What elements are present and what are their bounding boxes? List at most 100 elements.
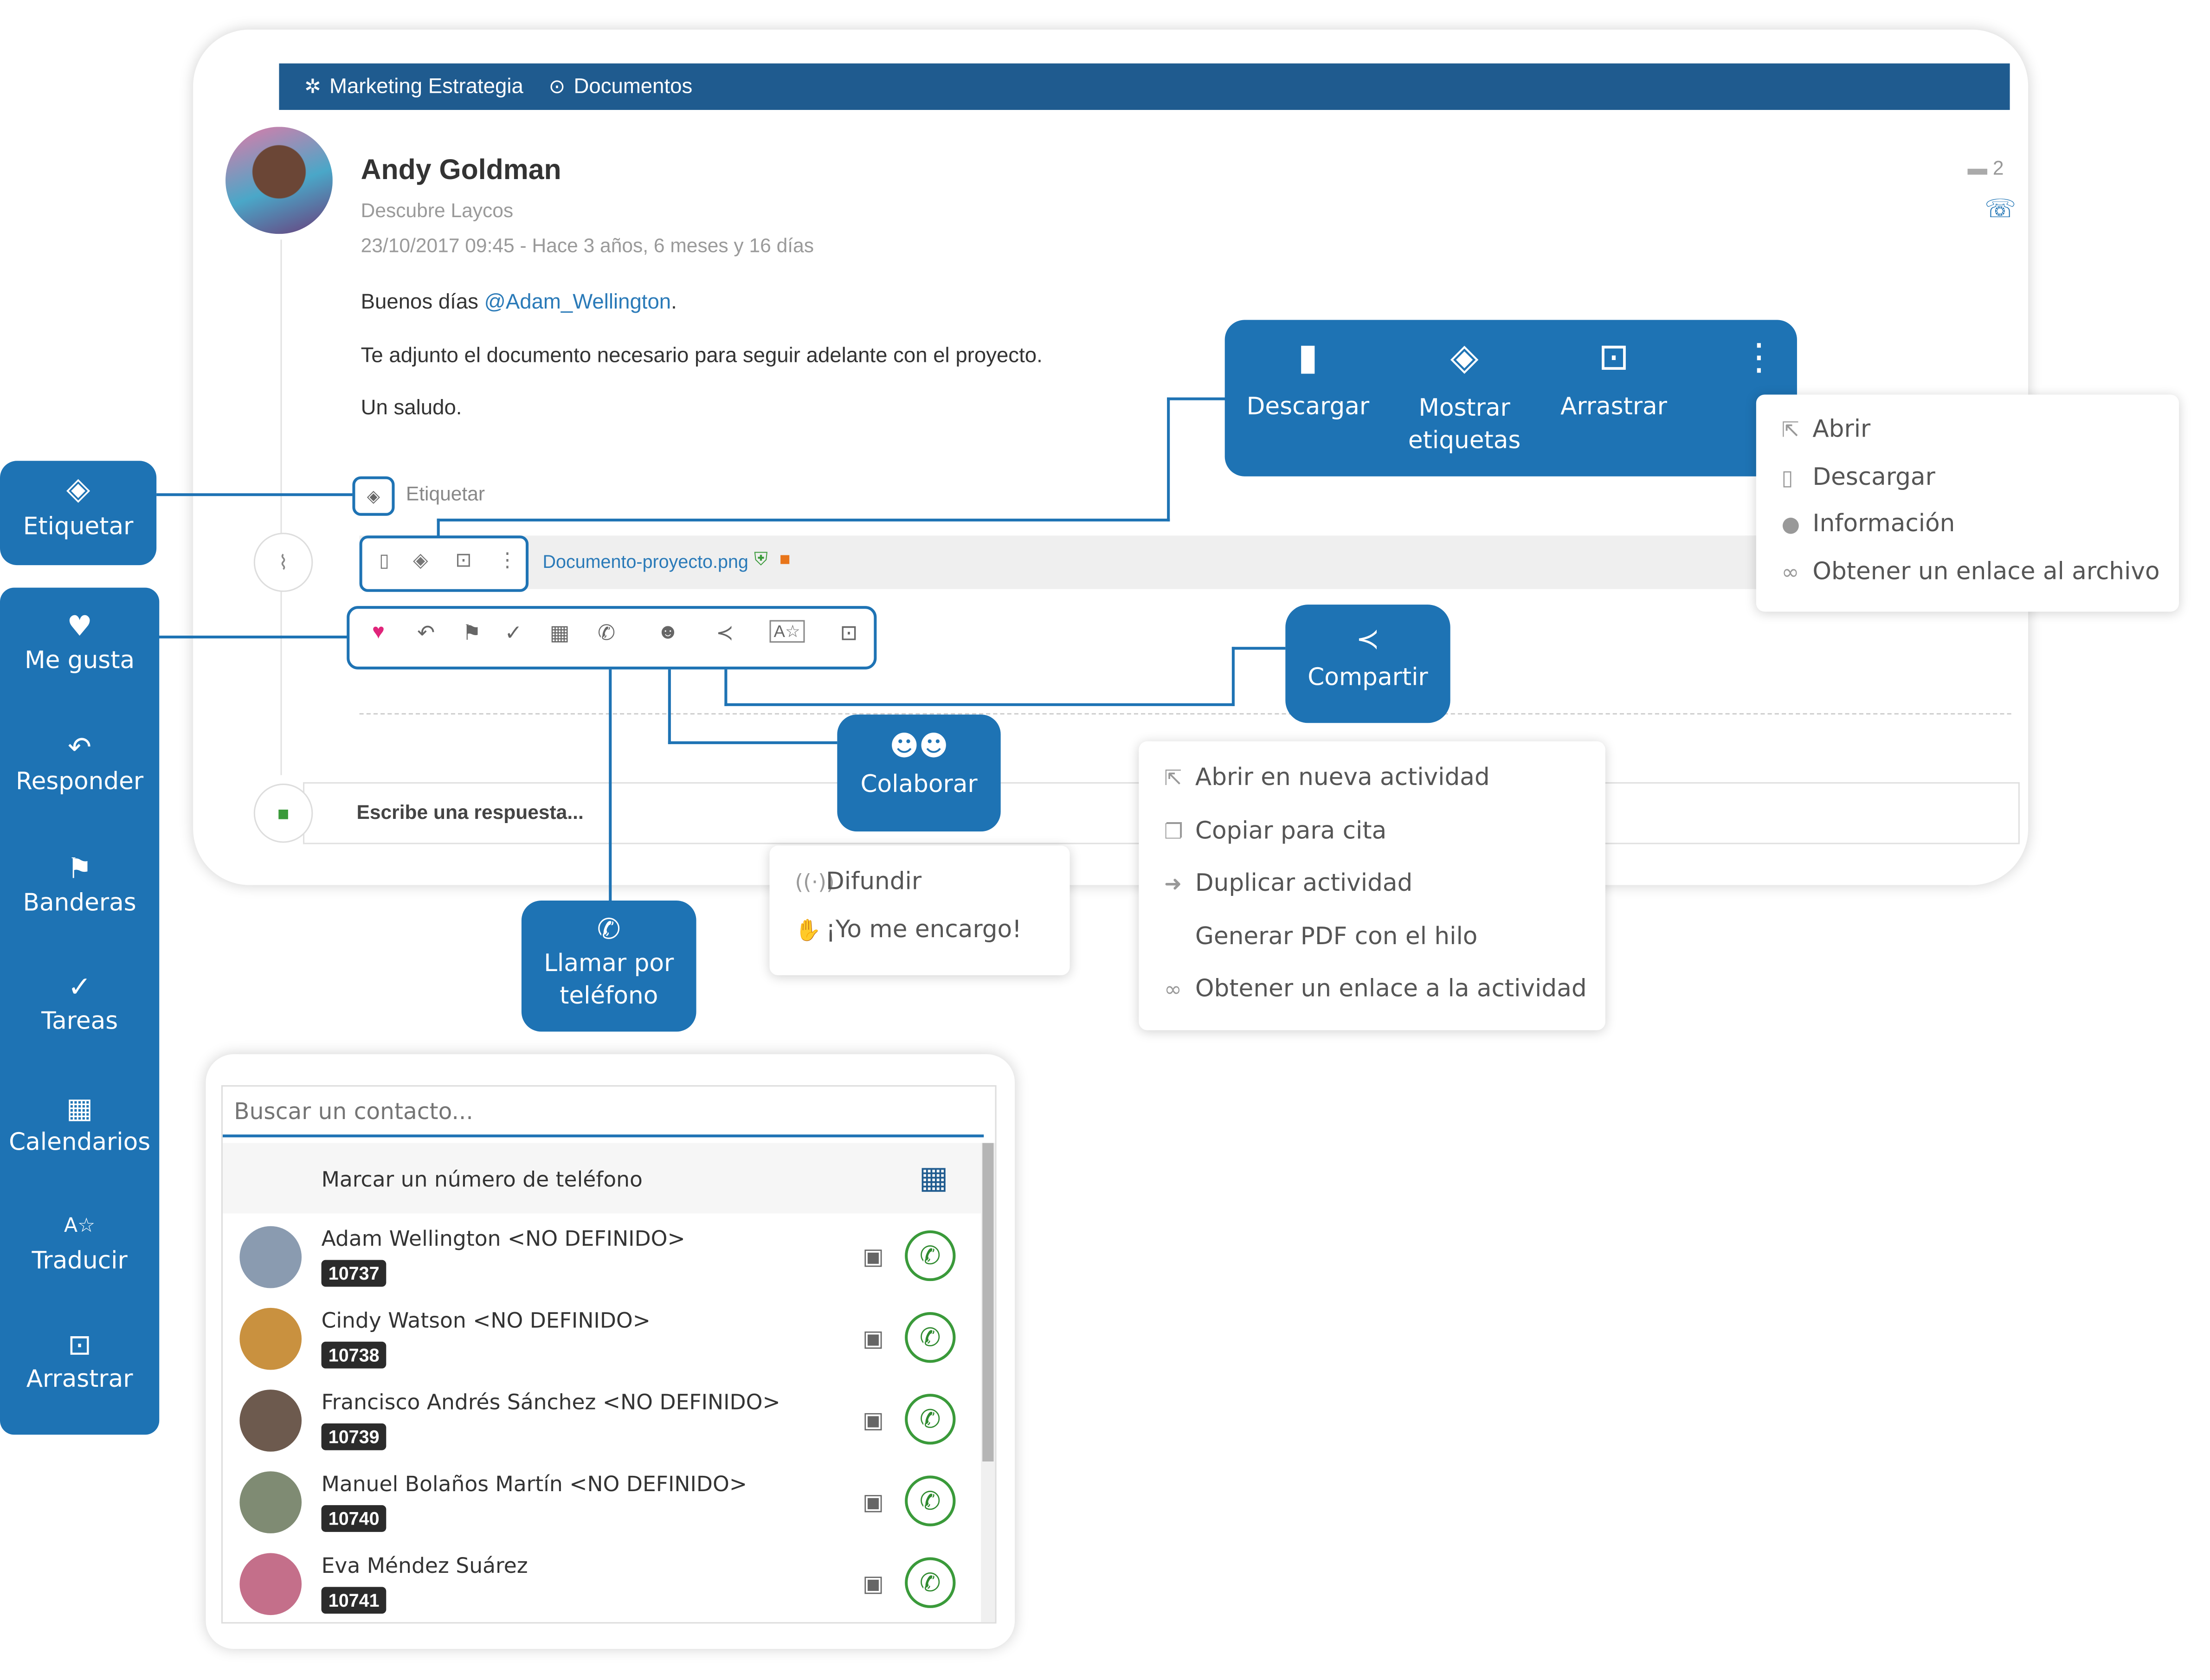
search-input[interactable] [222,1086,984,1138]
call-log-icon[interactable]: ☏ [1984,194,2016,224]
post-body-line1: Buenos días @Adam_Wellington. [361,290,677,315]
sidebar-item-flags[interactable]: ⚑ Banderas [0,853,159,918]
dial-row[interactable]: Marcar un número de teléfono ▦ [222,1143,981,1214]
menu-item-file-link[interactable]: ∞ Obtener un enlace al archivo [1782,558,2160,586]
contact-row[interactable]: Adam Wellington <NO DEFINIDO> 10737 ▣ ✆ [223,1217,981,1299]
contact-card-icon[interactable]: ▣ [863,1407,884,1435]
menu-item-broadcast[interactable]: ((·))Difundir [795,868,921,896]
connector-line [1231,647,1235,706]
sidebar-item-reply[interactable]: ↶ Responder [0,732,159,797]
breadcrumb-section[interactable]: ⊙ Documentos [549,75,693,99]
lock-icon: ■ [779,548,791,570]
connector-line [1167,397,1170,521]
extension-badge: 10739 [321,1423,387,1450]
sidebar-item-translate[interactable]: A☆ Traducir [0,1210,159,1275]
extension-badge: 10737 [321,1260,387,1287]
contact-card-icon[interactable]: ▣ [863,1243,884,1271]
show-tags-action[interactable]: ◈ Mostrar etiquetas [1391,337,1538,458]
call-button[interactable]: ✆ [905,1312,956,1363]
heart-icon: ♥ [67,609,92,643]
drag-label: Arrastrar [1560,393,1667,422]
callout-share-label: Compartir [1308,663,1428,692]
tag-label[interactable]: Etiquetar [406,482,485,505]
call-button[interactable]: ✆ [905,1394,956,1445]
drag-icon[interactable]: ⊡ [840,620,857,646]
sidebar-item-label: Traducir [32,1247,128,1276]
tags-icon[interactable]: ◈ [413,548,428,573]
heart-icon[interactable]: ♥ [372,620,385,644]
lock-icon[interactable]: ■ [253,783,313,843]
calendar-icon[interactable]: ▦ [550,620,570,646]
sidebar-item-tasks[interactable]: ✓ Tareas [0,971,159,1036]
connector-line [668,741,838,744]
file-icon[interactable]: ▯ [379,550,389,573]
contact-card-icon[interactable]: ▣ [863,1325,884,1353]
contact-name: Adam Wellington <NO DEFINIDO> [321,1226,685,1252]
sidebar-item-like[interactable]: ♥ Me gusta [0,610,159,675]
translate-icon[interactable]: A☆ [769,620,805,643]
more-vertical-icon[interactable]: ⋮ [1740,337,1777,379]
tag-icon[interactable]: ◈ [352,476,395,516]
call-button[interactable]: ✆ [905,1557,956,1608]
connector-line [1167,397,1226,400]
menu-item-download[interactable]: ▯ Descargar [1782,463,1935,492]
file-menu: ⇱ Abrir ▯ Descargar ● Información ∞ Obtener … [1756,394,2179,612]
drag-icon[interactable]: ⊡ [455,548,472,573]
attachment-link[interactable]: Documento-proyecto.png [542,551,748,573]
contact-row[interactable]: Francisco Andrés Sánchez <NO DEFINIDO> 1… [223,1381,981,1463]
contact-card-icon[interactable]: ▣ [863,1488,884,1517]
contact-row[interactable]: Eva Méndez Suárez 10741 ▣ ✆ [223,1545,981,1622]
breadcrumb-project[interactable]: ✲ Marketing Estrategia [304,75,523,99]
contacts-list: Marcar un número de teléfono ▦ Adam Well… [221,1085,997,1624]
external-link-icon: ⇱ [1164,765,1182,791]
drag-action[interactable]: ⊡ Arrastrar [1546,337,1682,421]
menu-item-activity-link[interactable]: ∞ Obtener un enlace a la actividad [1164,975,1587,1004]
paperclip-icon[interactable]: ⌇ [253,533,313,592]
menu-item-take-care[interactable]: ✋ ¡Yo me encargo! [795,916,1022,944]
menu-item-pdf[interactable]: Generar PDF con el hilo [1164,923,1478,952]
sidebar-item-drag[interactable]: ⊡ Arrastrar [0,1329,159,1394]
phone-icon[interactable]: ✆ [598,620,615,646]
forward-icon: ➜ [1164,871,1182,896]
reply-icon[interactable]: ↶ [417,620,435,646]
menu-item-copy-quote-label: Copiar para cita [1195,817,1387,846]
connector-line [724,703,1235,706]
callout-call[interactable]: ✆ Llamar por teléfono [521,901,696,1032]
author-name[interactable]: Andy Goldman [361,155,561,187]
drag-icon: ⊡ [1598,336,1630,380]
scrollbar-thumb[interactable] [982,1143,994,1461]
comment-icon: ▬ [1967,156,1988,179]
share-icon[interactable]: ≺ [716,620,734,646]
menu-item-info[interactable]: ● Información [1782,510,1955,539]
callout-tag-label: Etiquetar [23,513,134,541]
contact-card-icon[interactable]: ▣ [863,1570,884,1598]
menu-item-copy-quote[interactable]: ❐ Copiar para cita [1164,817,1386,846]
menu-item-duplicate[interactable]: ➜ Duplicar actividad [1164,869,1412,898]
flag-icon[interactable]: ⚑ [462,620,481,646]
call-button[interactable]: ✆ [905,1475,956,1526]
more-vertical-icon[interactable]: ⋮ [497,548,517,573]
tags-icon: ◈ [1450,336,1479,380]
callout-share[interactable]: ≺ Compartir [1285,605,1450,723]
extension-badge: 10741 [321,1587,387,1614]
callout-collaborate[interactable]: ☻☻ Colaborar [837,714,1001,832]
shield-icon: ⛨ [754,548,768,570]
check-icon[interactable]: ✓ [504,620,522,646]
call-button[interactable]: ✆ [905,1230,956,1281]
mention-link[interactable]: @Adam_Wellington [484,290,671,315]
contact-row[interactable]: Cindy Watson <NO DEFINIDO> 10738 ▣ ✆ [223,1300,981,1381]
users-icon[interactable]: ☻ [657,620,679,644]
sidebar-item-label: Arrastrar [26,1365,133,1394]
contact-row[interactable]: Manuel Bolaños Martín <NO DEFINIDO> 1074… [223,1463,981,1545]
menu-item-open[interactable]: ⇱ Abrir [1782,416,1871,444]
menu-item-open-new[interactable]: ⇱ Abrir en nueva actividad [1164,764,1490,792]
keypad-icon[interactable]: ▦ [919,1160,948,1197]
avatar [239,1307,302,1370]
greeting-end: . [671,290,677,315]
file-icon: ▮ [1298,336,1318,380]
sidebar-item-calendars[interactable]: ▦ Calendarios [0,1092,159,1157]
download-action[interactable]: ▮ Descargar [1239,337,1377,421]
post-body-line2: Te adjunto el documento necesario para s… [361,344,1043,368]
avatar[interactable] [226,127,333,234]
comment-count[interactable]: ▬ 2 [1967,156,2004,179]
